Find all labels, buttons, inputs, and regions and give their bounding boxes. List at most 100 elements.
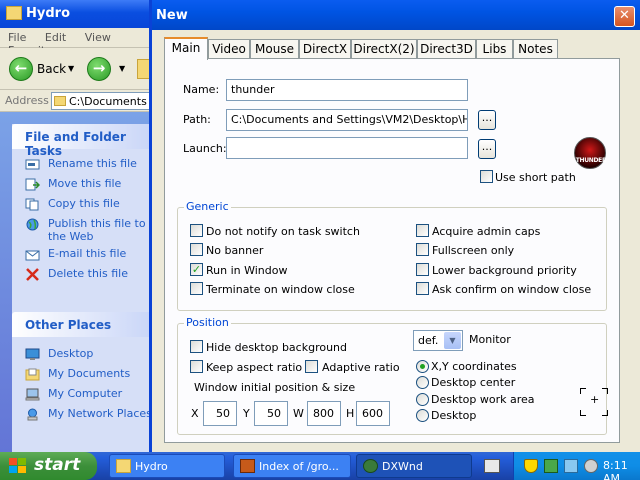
tab-directx2[interactable]: DirectX(2) [351, 39, 417, 59]
place-label: Desktop [48, 347, 94, 360]
place-my-documents[interactable]: My Documents [12, 365, 160, 385]
back-button-label[interactable]: Back [37, 62, 66, 76]
checkbox-terminate-on-close[interactable] [190, 282, 203, 295]
checkbox-fullscreen-only[interactable] [416, 243, 429, 256]
adaptive-ratio-label: Adaptive ratio [322, 361, 400, 374]
checkbox-lower-bg-priority[interactable] [416, 263, 429, 276]
checkbox-hide-desktop-bg[interactable] [190, 340, 203, 353]
monitor-select[interactable]: def. ▼ [413, 330, 463, 351]
task-label: Copy this file [48, 197, 120, 210]
crosshair-target-icon[interactable]: + [580, 388, 608, 416]
place-desktop[interactable]: Desktop [12, 345, 160, 365]
w-input[interactable]: 800 [307, 401, 341, 426]
file-tasks-title[interactable]: File and Folder Tasks [12, 124, 160, 158]
close-icon[interactable]: ✕ [614, 6, 635, 27]
forward-arrow-icon[interactable]: → [87, 57, 111, 81]
tab-main[interactable]: Main [164, 37, 208, 60]
taskbar-button-dxwnd[interactable]: DXWnd [356, 454, 472, 478]
volume-icon[interactable] [584, 459, 598, 473]
menu-view[interactable]: View [85, 31, 111, 44]
start-button[interactable]: start [0, 452, 97, 480]
address-bar: Address C:\Documents and Settings\VM2\De… [0, 90, 160, 112]
radio-desktop[interactable] [416, 409, 429, 422]
tab-libs[interactable]: Libs [476, 39, 513, 59]
network-icon[interactable] [544, 459, 558, 473]
radio-label: Desktop center [431, 376, 516, 389]
taskbar-button-hydro[interactable]: Hydro [109, 454, 225, 478]
forward-dropdown-icon[interactable]: ▼ [119, 64, 125, 73]
h-input[interactable]: 600 [356, 401, 390, 426]
initial-position-label: Window initial position & size [194, 381, 356, 394]
option-label: Run in Window [206, 264, 288, 277]
launch-label: Launch: [183, 142, 227, 155]
other-places-title[interactable]: Other Places [12, 312, 160, 337]
tab-mouse[interactable]: Mouse [250, 39, 299, 59]
h-label: H [346, 407, 355, 420]
radio-label: Desktop [431, 409, 477, 422]
task-label: E-mail this file [48, 247, 127, 260]
use-short-path-checkbox[interactable] [480, 170, 493, 183]
explorer-title-bar[interactable]: Hydro [0, 0, 160, 28]
start-label: start [34, 455, 81, 475]
name-input[interactable]: thunder [226, 79, 468, 101]
place-my-network-places[interactable]: My Network Places [12, 405, 160, 425]
keep-aspect-label: Keep aspect ratio [206, 361, 303, 374]
checkbox-ask-confirm-close[interactable] [416, 282, 429, 295]
taskbar-button-browser[interactable]: Index of /gro... [233, 454, 351, 478]
checkbox-run-in-window[interactable]: ✓ [190, 263, 203, 276]
path-input[interactable]: C:\Documents and Settings\VM2\Desktop\Hy… [226, 109, 468, 131]
task-delete[interactable]: Delete this file [12, 265, 160, 285]
hide-desktop-bg-label: Hide desktop background [206, 341, 348, 354]
task-label: Move this file [48, 177, 122, 190]
task-publish[interactable]: Publish this file to the Web [12, 215, 160, 245]
network-connection-icon[interactable] [564, 459, 578, 473]
task-copy[interactable]: Copy this file [12, 195, 160, 215]
option-label: Acquire admin caps [432, 225, 541, 238]
taskbar-button-label: Index of /gro... [259, 460, 339, 473]
x-input[interactable]: 50 [203, 401, 237, 426]
security-shield-icon[interactable] [524, 459, 538, 473]
tab-notes[interactable]: Notes [513, 39, 558, 59]
task-email[interactable]: E-mail this file [12, 245, 160, 265]
radio-xy-coordinates[interactable] [416, 360, 429, 373]
option-label: Do not notify on task switch [206, 225, 360, 238]
place-label: My Computer [48, 387, 123, 400]
checkbox-keep-aspect[interactable] [190, 360, 203, 373]
option-label: No banner [206, 244, 264, 257]
y-input[interactable]: 50 [254, 401, 288, 426]
task-rename[interactable]: Rename this file [12, 155, 160, 175]
back-dropdown-icon[interactable]: ▼ [68, 64, 74, 73]
use-short-path-label: Use short path [495, 171, 576, 184]
menu-edit[interactable]: Edit [45, 31, 66, 44]
w-label: W [293, 407, 304, 420]
dialog-title-bar[interactable]: New [152, 0, 640, 30]
place-my-computer[interactable]: My Computer [12, 385, 160, 405]
tab-directx[interactable]: DirectX [299, 39, 351, 59]
file-tasks-panel: File and Folder Tasks Rename this file M… [12, 124, 160, 312]
explorer-window: Hydro File Edit View Favorites ← Back ▼ … [0, 0, 160, 452]
monitor-label: Monitor [469, 333, 511, 346]
address-input[interactable]: C:\Documents and Settings\VM2\Desktop\Hy… [51, 92, 160, 110]
tab-video[interactable]: Video [208, 39, 250, 59]
tab-direct3d[interactable]: Direct3D [417, 39, 476, 59]
path-browse-button[interactable]: ... [478, 110, 496, 130]
thunder-logo: THUNDER [574, 137, 607, 169]
task-label: Delete this file [48, 267, 128, 280]
task-move[interactable]: Move this file [12, 175, 160, 195]
radio-desktop-center[interactable] [416, 376, 429, 389]
option-label: Lower background priority [432, 264, 577, 277]
checkbox-acquire-admin-caps[interactable] [416, 224, 429, 237]
back-arrow-icon[interactable]: ← [9, 57, 33, 81]
launch-browse-button[interactable]: ... [478, 139, 496, 159]
radio-desktop-work-area[interactable] [416, 393, 429, 406]
checkbox-adaptive-ratio[interactable] [305, 360, 318, 373]
launch-input[interactable] [226, 137, 468, 159]
dialog-title: New [156, 8, 188, 23]
keyboard-icon[interactable] [484, 459, 500, 473]
generic-group-title: Generic [184, 200, 231, 213]
menu-file[interactable]: File [8, 31, 26, 44]
position-group: Position Hide desktop background Keep as… [177, 316, 607, 435]
my-computer-icon [25, 388, 40, 401]
checkbox-do-not-notify[interactable] [190, 224, 203, 237]
checkbox-no-banner[interactable] [190, 243, 203, 256]
